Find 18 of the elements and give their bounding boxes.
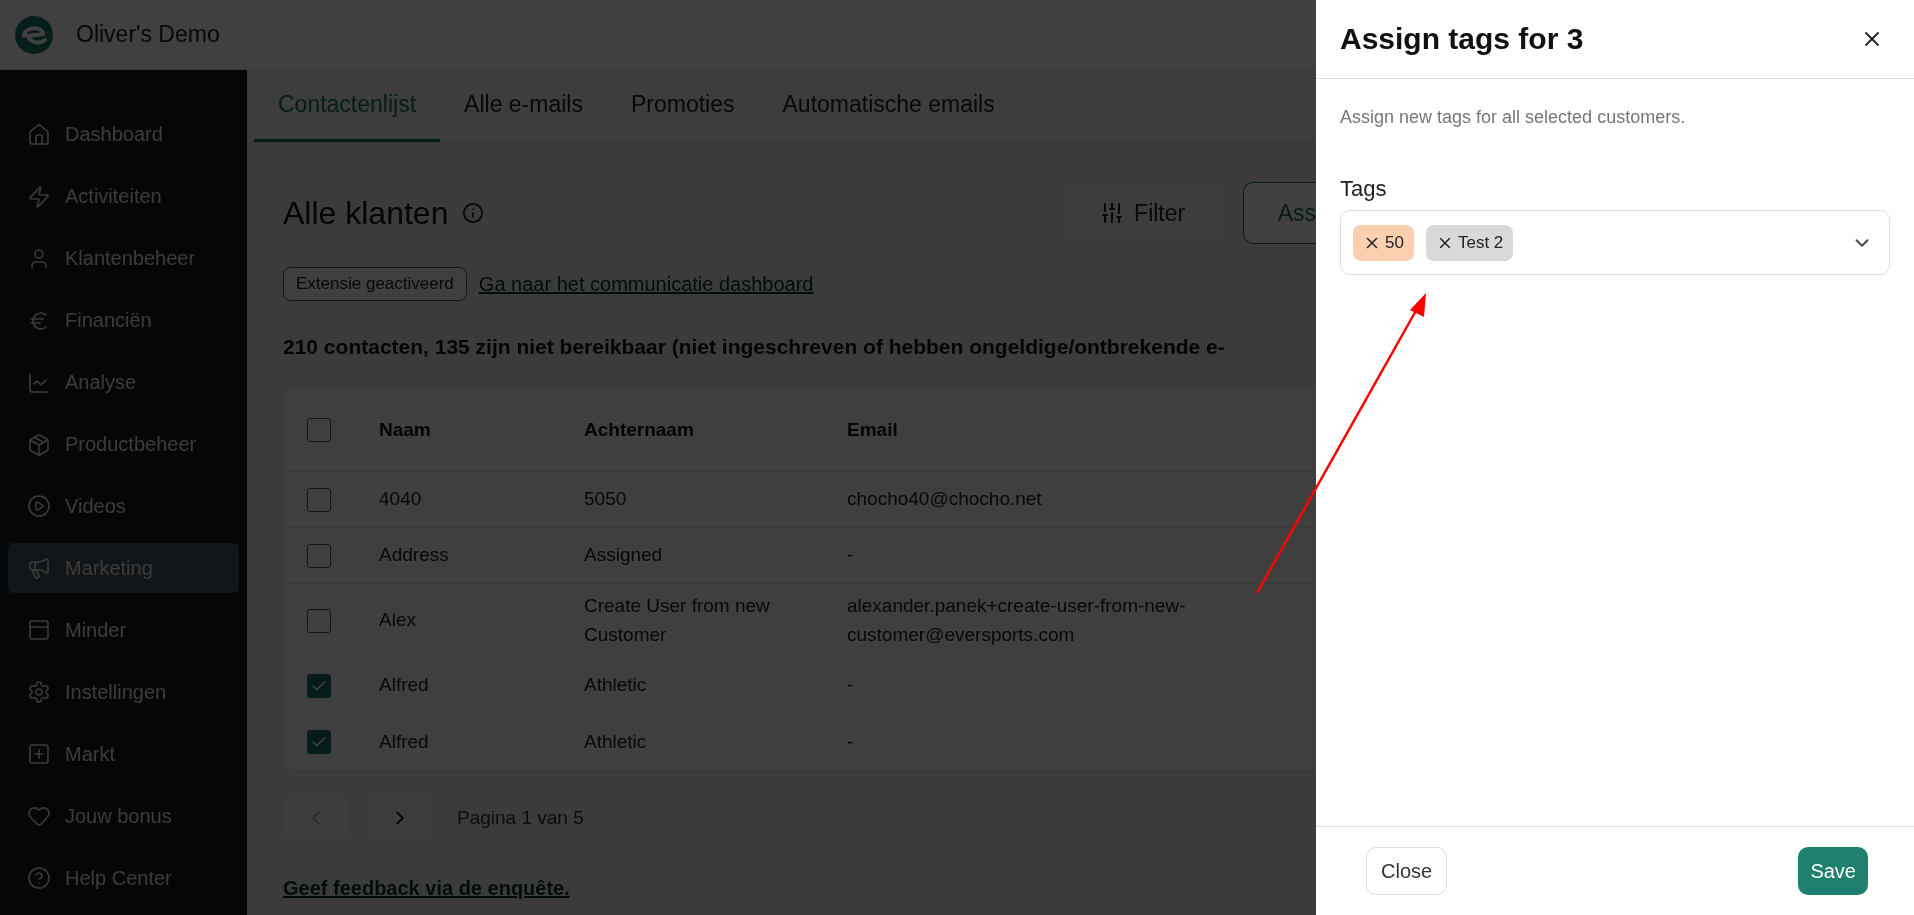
feedback-link[interactable]: Geef feedback via de enquête. — [283, 877, 570, 900]
close-button[interactable]: Close — [1366, 847, 1448, 895]
app-title: Oliver's Demo — [76, 21, 220, 48]
field-label: Tags — [1340, 176, 1388, 202]
page-title: Alle klanten — [283, 194, 449, 232]
contacts-summary: 210 contacten, 135 zijn niet bereikbaar (niet ingeschreven of hebben ongeldige/ontbrekende e- — [283, 335, 1226, 359]
column-header: Email — [847, 418, 899, 441]
tag-chip[interactable]: Test 2 — [1425, 224, 1514, 261]
drawer-description: Assign new tags for all selected customers. — [1340, 107, 1687, 128]
save-button[interactable]: Save — [1798, 847, 1868, 895]
tags-select[interactable]: 50 Test 2 — [1340, 210, 1890, 275]
table-cell-text: - — [847, 543, 855, 568]
column-header: Naam — [379, 418, 432, 441]
tag-chip[interactable]: 50 — [1353, 224, 1414, 261]
column-header: Achternaam — [584, 418, 695, 441]
table-cell-text: - — [847, 729, 855, 754]
table-cell-text: - — [847, 673, 855, 698]
drawer-title: Assign tags for 3 — [1340, 22, 1584, 56]
